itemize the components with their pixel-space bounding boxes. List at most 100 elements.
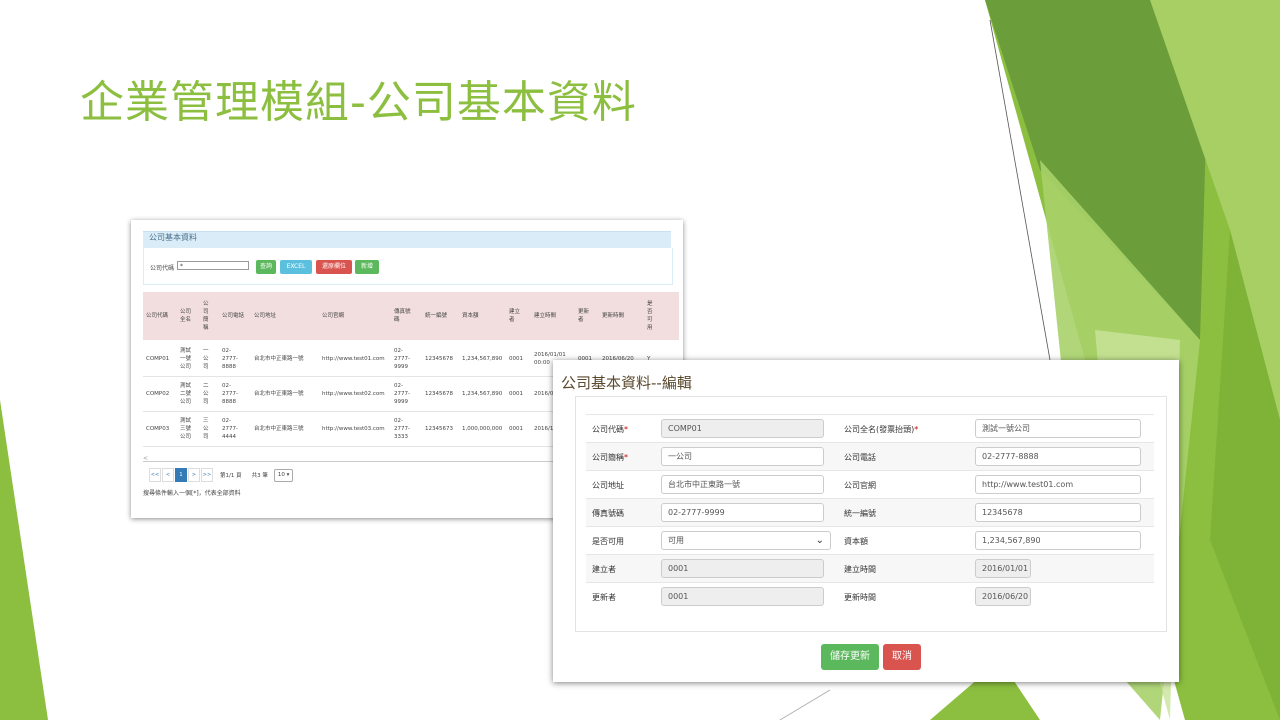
first-page-button[interactable]: <<: [149, 468, 161, 482]
table-cell: 1,234,567,890: [462, 390, 503, 397]
column-header[interactable]: 是否可用: [647, 292, 656, 340]
page-info: 第1/1 頁: [220, 473, 242, 479]
field-label: 公司簡稱*: [592, 453, 628, 462]
table-cell: 0001: [509, 355, 523, 362]
column-header[interactable]: 公司全名: [180, 292, 196, 340]
field-label: 傳真號碼: [592, 509, 624, 518]
column-header[interactable]: 公司簡稱: [203, 292, 210, 340]
list-panel-header: 公司基本資料: [143, 231, 671, 248]
company-address-field[interactable]: 台北市中正東路一號: [661, 475, 824, 494]
table-cell: http://www.test01.com: [322, 355, 385, 362]
total-count: 共3 筆: [251, 473, 268, 479]
column-header[interactable]: 傳真號碼: [394, 292, 411, 340]
column-header[interactable]: 公司電話: [222, 292, 244, 340]
company-code-field: COMP01: [661, 419, 824, 438]
form-row: 是否可用 可用 ⌄ 資本額 1,234,567,890: [586, 526, 1154, 555]
last-page-button[interactable]: >>: [201, 468, 213, 482]
form-row: 公司地址 台北市中正東路一號 公司官網 http://www.test01.co…: [586, 470, 1154, 499]
form-row: 公司代碼* COMP01 公司全名(發票抬頭)* 測試一號公司: [586, 414, 1154, 443]
column-header[interactable]: 更新時間: [602, 292, 638, 340]
field-label: 公司代碼*: [592, 425, 628, 434]
company-full-name-field[interactable]: 測試一號公司: [975, 419, 1141, 438]
page-1-button[interactable]: 1: [175, 468, 187, 482]
updated-time-field: 2016/06/20: [975, 587, 1031, 606]
field-label: 公司電話: [844, 453, 876, 462]
save-button[interactable]: 儲存更新: [821, 644, 879, 670]
table-cell: 三公司: [203, 417, 209, 440]
excel-button[interactable]: EXCEL: [280, 260, 312, 274]
edit-form-panel: 公司代碼* COMP01 公司全名(發票抬頭)* 測試一號公司 公司簡稱* 一公…: [575, 396, 1167, 632]
field-label: 是否可用: [592, 537, 624, 546]
add-button[interactable]: 新增: [355, 260, 379, 274]
column-header[interactable]: 公司地址: [254, 292, 314, 340]
chevron-down-icon: ⌄: [815, 535, 824, 546]
fax-number-field[interactable]: 02-2777-9999: [661, 503, 824, 522]
form-row: 傳真號碼 02-2777-9999 統一編號 12345678: [586, 498, 1154, 527]
company-phone-field[interactable]: 02-2777-8888: [975, 447, 1141, 466]
table-cell: 02-2777-4444: [222, 417, 238, 440]
search-hint: 搜尋條件輸入一個[*]，代表全部資料: [143, 490, 241, 497]
table-cell: 12345678: [425, 355, 453, 362]
table-cell: 0001: [509, 390, 523, 397]
table-cell: 1,000,000,000: [462, 425, 503, 432]
column-header[interactable]: 更新者: [578, 292, 590, 340]
table-cell: http://www.test03.com: [322, 425, 385, 432]
search-label: 公司代碼: [150, 265, 175, 272]
field-label: 統一編號: [844, 509, 876, 518]
table-header: 公司代碼 公司全名 公司簡稱 公司電話 公司地址 公司官網 傳真號碼 統一編號 …: [143, 292, 679, 340]
query-button[interactable]: 查詢: [256, 260, 276, 274]
table-cell: 二公司: [203, 382, 209, 405]
field-label: 資本額: [844, 537, 868, 546]
column-header[interactable]: 公司官網: [322, 292, 382, 340]
table-cell: 02-2777-8888: [222, 382, 238, 405]
table-cell: COMP01: [146, 355, 170, 362]
table-cell: http://www.test02.com: [322, 390, 385, 397]
table-cell: 02-2777-8888: [222, 347, 238, 370]
table-cell: COMP02: [146, 390, 170, 397]
column-header[interactable]: 公司代碼: [146, 292, 178, 340]
table-cell: 台北市中正東路三號: [254, 425, 304, 432]
company-website-field[interactable]: http://www.test01.com: [975, 475, 1141, 494]
tax-id-field[interactable]: 12345678: [975, 503, 1141, 522]
field-label: 公司官網: [844, 481, 876, 490]
company-code-search-input[interactable]: *: [177, 261, 249, 270]
form-row: 更新者 0001 更新時間 2016/06/20: [586, 582, 1154, 611]
slide-title: 企業管理模組-公司基本資料: [80, 77, 637, 128]
scroll-left-icon[interactable]: <: [143, 455, 148, 462]
column-header[interactable]: 建立者: [509, 292, 521, 340]
column-header[interactable]: 資本額: [462, 292, 502, 340]
table-cell: 測試一號公司: [180, 347, 192, 370]
table-cell: 台北市中正東路一號: [254, 390, 304, 397]
form-row: 公司簡稱* 一公司 公司電話 02-2777-8888: [586, 442, 1154, 471]
enabled-select-value: 可用: [668, 536, 684, 545]
field-label: 公司地址: [592, 481, 624, 490]
table-cell: 02-2777-9999: [394, 347, 410, 370]
list-panel-title: 公司基本資料: [149, 233, 197, 242]
table-cell: 02-2777-3333: [394, 417, 410, 440]
field-label: 更新時間: [844, 593, 876, 602]
created-by-field: 0001: [661, 559, 824, 578]
created-time-field: 2016/01/01: [975, 559, 1031, 578]
next-page-button[interactable]: >: [188, 468, 200, 482]
company-edit-screenshot: 公司基本資料--編輯 公司代碼* COMP01 公司全名(發票抬頭)* 測試一號…: [553, 360, 1179, 682]
clear-fields-button[interactable]: 還原欄位: [316, 260, 352, 274]
chevron-down-icon: ▾: [286, 471, 290, 478]
form-row: 建立者 0001 建立時間 2016/01/01: [586, 554, 1154, 583]
table-cell: 0001: [509, 425, 523, 432]
prev-page-button[interactable]: <: [162, 468, 174, 482]
table-cell: 02-2777-9999: [394, 382, 410, 405]
page-size-select[interactable]: 10 ▾: [273, 468, 294, 482]
pagination: << < 1 > >> 第1/1 頁 共3 筆 10 ▾: [149, 468, 294, 482]
field-label: 建立者: [592, 565, 616, 574]
field-label: 更新者: [592, 593, 616, 602]
column-header[interactable]: 建立時間: [534, 292, 568, 340]
capital-field[interactable]: 1,234,567,890: [975, 531, 1141, 550]
company-short-name-field[interactable]: 一公司: [661, 447, 824, 466]
cancel-button[interactable]: 取消: [883, 644, 921, 670]
table-cell: 測試二號公司: [180, 382, 192, 405]
updated-by-field: 0001: [661, 587, 824, 606]
enabled-select[interactable]: 可用 ⌄: [661, 531, 831, 550]
column-header[interactable]: 統一編號: [425, 292, 457, 340]
page-size-value: 10: [277, 471, 285, 478]
table-cell: 1,234,567,890: [462, 355, 503, 362]
